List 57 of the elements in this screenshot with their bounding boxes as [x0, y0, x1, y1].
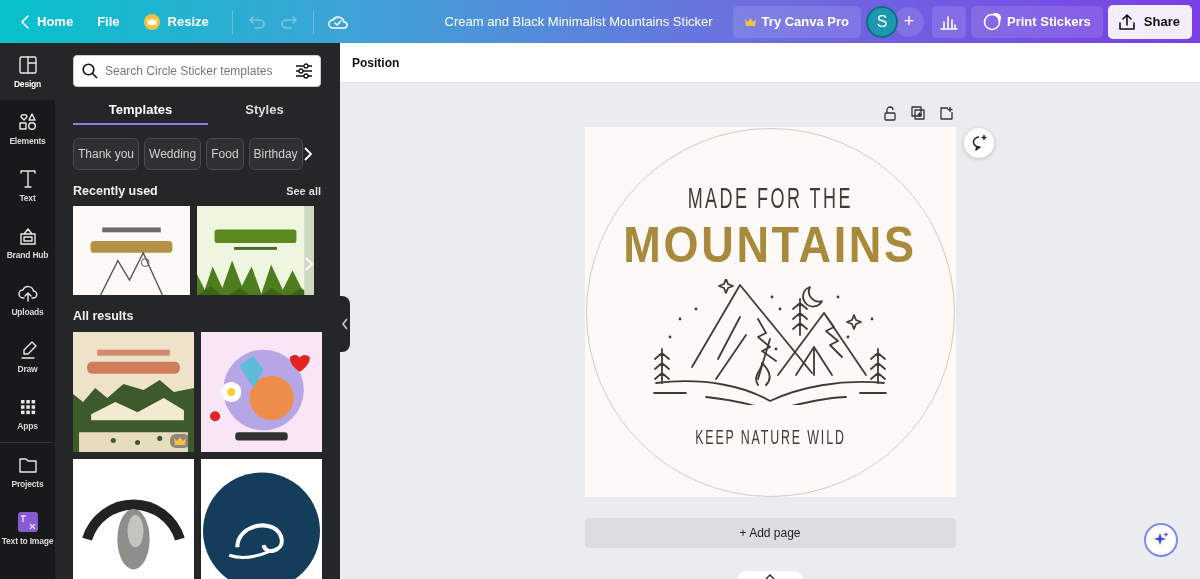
document-title[interactable]: Cream and Black Minimalist Mountains Sticker [444, 14, 713, 29]
section-heading: All results [73, 309, 134, 323]
sidebar-item[interactable]: Text [0, 157, 55, 214]
add-page-bar[interactable]: + Add page [584, 518, 956, 548]
insights-button[interactable] [932, 5, 967, 38]
position-button[interactable]: Position [352, 55, 400, 70]
layout-icon [16, 54, 39, 76]
see-all-link[interactable]: See all [286, 185, 321, 197]
tab[interactable]: Templates [73, 95, 208, 125]
sidebar-item[interactable]: Projects [0, 443, 55, 500]
crown-icon [174, 436, 186, 446]
crown-icon [143, 13, 160, 30]
add-page-button[interactable] [937, 104, 956, 122]
shapes-icon [16, 111, 39, 133]
collapse-panel-handle[interactable] [339, 296, 350, 352]
filter-chip[interactable]: Thank you [73, 138, 140, 170]
sidebar-item[interactable]: Uploads [0, 271, 55, 328]
add-comment-button[interactable] [963, 128, 994, 158]
sticker-icon [983, 12, 1002, 31]
sidebar-item[interactable]: Text to Image [0, 500, 55, 557]
undo-icon [247, 14, 266, 29]
search-icon [82, 63, 98, 79]
filter-chip[interactable]: Birthday [248, 138, 303, 170]
chevron-left-icon [21, 14, 29, 29]
sidebar-item[interactable]: Brand Hub [0, 214, 55, 271]
try-pro-button[interactable]: Try Canva Pro [732, 5, 862, 38]
sticker-tagline: KEEP NATURE WILD [694, 424, 846, 449]
duplicate-page-button[interactable] [909, 104, 928, 122]
sidebar-item[interactable]: Elements [0, 100, 55, 157]
filter-chip[interactable]: Food [206, 138, 244, 170]
tab[interactable]: Styles [208, 95, 321, 125]
caret-up-icon [765, 574, 775, 579]
sidebar-item[interactable]: Apps [0, 385, 55, 442]
share-button[interactable]: Share [1107, 4, 1192, 39]
filter-chip[interactable]: Wedding [144, 138, 202, 170]
crown-icon [744, 16, 756, 27]
sidebar-item[interactable]: Design [0, 43, 55, 100]
lock-icon [883, 105, 898, 121]
chevron-left-icon [340, 318, 349, 330]
search-field[interactable]: Search Circle Sticker templates [73, 55, 321, 87]
print-stickers-button[interactable]: Print Stickers [971, 5, 1103, 38]
add-page-icon [939, 105, 954, 121]
bar-chart-icon [940, 13, 959, 30]
redo-icon [279, 14, 298, 29]
sticker-title: MOUNTAINS [623, 216, 917, 273]
sidebar-item[interactable]: Draw [0, 328, 55, 385]
app-icon [16, 511, 39, 533]
filter-icon [295, 63, 313, 79]
magic-assistant-button[interactable] [1144, 523, 1178, 557]
duplicate-icon [911, 105, 926, 121]
section-heading: Recently used [73, 184, 158, 198]
chevron-right-icon [303, 147, 312, 161]
cloud-check-icon [327, 13, 348, 30]
chevron-right-icon [305, 257, 313, 271]
sticker-heading: MADE FOR THE [687, 180, 853, 215]
upload-icon [1117, 12, 1136, 31]
add-collaborator-button[interactable]: + [894, 6, 925, 37]
